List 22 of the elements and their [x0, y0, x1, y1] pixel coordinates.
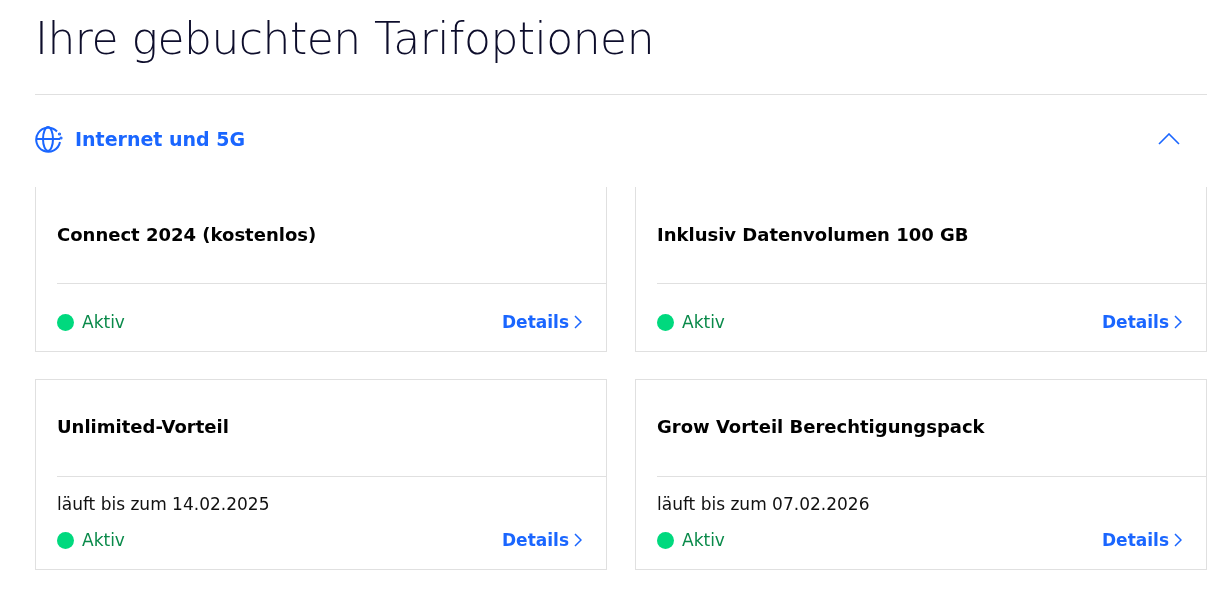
option-name: Connect 2024 (kostenlos): [57, 223, 318, 246]
details-link[interactable]: Details: [502, 530, 582, 550]
option-name: Unlimited-Vorteil: [57, 415, 230, 439]
chevron-right-icon: [1174, 315, 1182, 329]
globe-icon: [35, 125, 63, 153]
option-name: Grow Vorteil Berechtigungspack: [657, 415, 986, 439]
section-title: Internet und 5G: [75, 128, 247, 150]
validity-text: läuft bis zum 14.02.2025: [57, 494, 271, 514]
status-text: Aktiv: [682, 312, 726, 332]
chevron-right-icon: [1174, 533, 1182, 547]
details-link[interactable]: Details: [1102, 312, 1182, 332]
status-text: Aktiv: [682, 530, 726, 550]
chevron-right-icon: [574, 533, 582, 547]
status-text: Aktiv: [82, 312, 126, 332]
chevron-right-icon: [574, 315, 582, 329]
details-link[interactable]: Details: [502, 312, 582, 332]
status-text: Aktiv: [82, 530, 126, 550]
details-link[interactable]: Details: [1102, 530, 1182, 550]
page-title: Ihre gebuchten Tarifoptionen: [35, 12, 656, 66]
option-name: Inklusiv Datenvolumen 100 GB: [657, 223, 970, 246]
validity-text: läuft bis zum 07.02.2026: [657, 494, 871, 514]
chevron-up-icon[interactable]: [1158, 133, 1180, 145]
